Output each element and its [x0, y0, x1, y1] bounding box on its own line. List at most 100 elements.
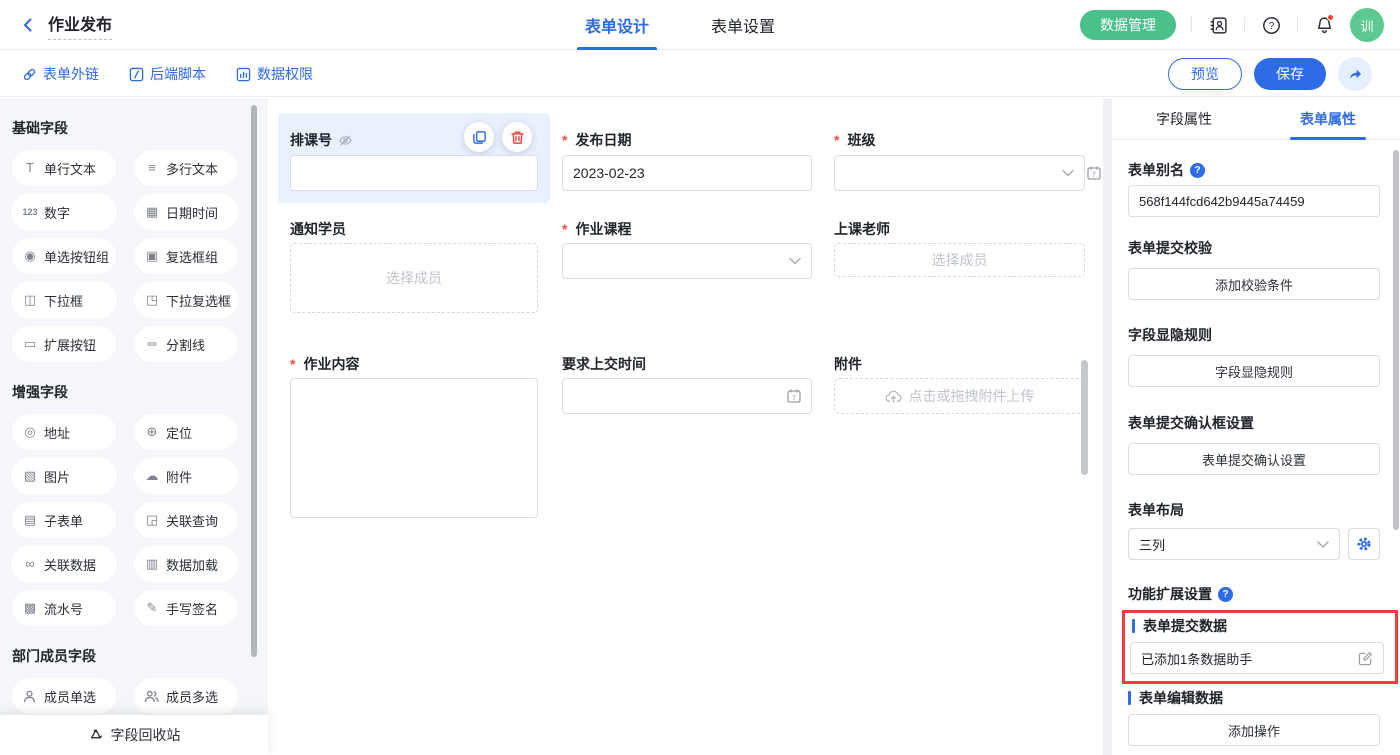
copy-field-button[interactable]	[464, 122, 494, 152]
backend-script-button[interactable]: 后端脚本	[129, 64, 206, 84]
field-chip[interactable]: ◫ 下拉框	[12, 282, 116, 318]
help-icon[interactable]: ?	[1260, 14, 1282, 36]
class-select[interactable]	[834, 155, 1085, 191]
field-recycle-bin-button[interactable]: 字段回收站	[0, 715, 268, 755]
field-visibility-button[interactable]: 字段显隐规则	[1128, 355, 1380, 387]
teacher-picker[interactable]: 选择成员	[834, 243, 1085, 277]
save-button[interactable]: 保存	[1254, 58, 1326, 90]
field-label-class: 班级	[834, 130, 875, 150]
field-chip[interactable]: T 单行文本	[12, 150, 116, 186]
tab-form-settings[interactable]: 表单设置	[711, 0, 775, 50]
panel-gap	[1103, 98, 1112, 755]
gear-icon	[1356, 536, 1372, 552]
field-chip[interactable]: ▦ 日期时间	[134, 194, 238, 230]
form-design-canvas: 排课号 发布日期 班级 通知学员 选择成员	[268, 98, 1103, 755]
data-permission-label: 数据权限	[257, 64, 313, 84]
field-chip[interactable]: ▧ 图片	[12, 458, 116, 494]
field-label-due-time: 要求上交时间	[562, 354, 646, 374]
field-chip[interactable]: ≡ 多行文本	[134, 150, 238, 186]
layout-select[interactable]: 三列	[1128, 528, 1340, 560]
field-chip[interactable]: ▩ 流水号	[12, 590, 116, 626]
header-tabs: 表单设计 表单设置	[585, 0, 775, 50]
divider	[1297, 17, 1298, 33]
course-select[interactable]	[562, 243, 812, 279]
recycle-bin-label: 字段回收站	[111, 725, 181, 745]
form-title[interactable]: 作业发布	[48, 11, 112, 40]
field-label-publish-date: 发布日期	[562, 130, 631, 150]
notification-badge	[1327, 14, 1334, 21]
share-button[interactable]	[1338, 57, 1372, 91]
field-chip[interactable]: 成员单选	[12, 678, 116, 714]
delete-field-button[interactable]	[502, 122, 532, 152]
annotation-highlight-box	[1122, 610, 1398, 684]
field-chip[interactable]: ▣ 复选框组	[134, 238, 238, 274]
field-chip[interactable]: ▭ 扩展按钮	[12, 326, 116, 362]
checkbox-group-icon: ▣	[144, 248, 160, 264]
notify-students-picker[interactable]: 选择成员	[290, 243, 538, 313]
calendar-icon[interactable]	[1086, 165, 1094, 181]
svg-text:?: ?	[1268, 21, 1274, 32]
data-manage-button[interactable]: 数据管理	[1080, 10, 1176, 40]
field-chip[interactable]: ═ 分割线	[134, 326, 238, 362]
form-alias-input[interactable]	[1128, 185, 1380, 217]
address-icon: ◎	[22, 424, 38, 440]
number-icon: 123	[22, 204, 38, 220]
canvas-scrollbar[interactable]	[1081, 360, 1088, 475]
user-avatar[interactable]: 训	[1350, 8, 1384, 42]
field-chip[interactable]: 成员多选	[134, 678, 238, 714]
submit-confirm-label: 表单提交确认框设置	[1128, 413, 1254, 433]
member-picker-placeholder: 选择成员	[386, 268, 442, 288]
field-chip[interactable]: 123 数字	[12, 194, 116, 230]
field-chip[interactable]: ◎ 地址	[12, 414, 116, 450]
attachment-upload-zone[interactable]: 点击或拖拽附件上传	[834, 378, 1085, 414]
submit-validation-label: 表单提交校验	[1128, 238, 1212, 258]
field-label-attachment: 附件	[834, 354, 862, 374]
extension-settings-label: 功能扩展设置 ?	[1128, 584, 1233, 604]
data-load-icon: ▥	[144, 556, 160, 572]
external-link-button[interactable]: 表单外链	[22, 64, 99, 84]
panel-scrollbar[interactable]	[1393, 150, 1399, 530]
field-visibility-label: 字段显隐规则	[1128, 325, 1212, 345]
preview-button[interactable]: 预览	[1168, 58, 1242, 90]
extension-help-icon[interactable]: ?	[1218, 587, 1233, 602]
submit-confirm-button[interactable]: 表单提交确认设置	[1128, 443, 1380, 475]
field-chip[interactable]: ⊕ 定位	[134, 414, 238, 450]
field-chip[interactable]: ◲ 关联查询	[134, 502, 238, 538]
data-permission-button[interactable]: 数据权限	[236, 64, 313, 84]
properties-panel: 字段属性 表单属性 表单别名 ? 表单提交校验 添加校验条件 字段显隐规则 字段…	[1112, 98, 1400, 755]
tab-field-properties[interactable]: 字段属性	[1112, 98, 1256, 139]
content-textarea[interactable]	[290, 378, 538, 518]
field-chip[interactable]: ✎ 手写签名	[134, 590, 238, 626]
add-validation-button[interactable]: 添加校验条件	[1128, 268, 1380, 300]
member-multi-icon	[144, 689, 160, 704]
attachment-icon: ☁	[144, 468, 160, 484]
publish-date-input[interactable]	[562, 155, 812, 191]
calendar-icon[interactable]	[786, 388, 802, 404]
alias-help-icon[interactable]: ?	[1190, 163, 1205, 178]
contact-book-icon[interactable]	[1207, 14, 1229, 36]
schedule-no-input[interactable]	[290, 155, 538, 191]
divider	[1244, 17, 1245, 33]
field-chip[interactable]: ▤ 子表单	[12, 502, 116, 538]
notification-bell-icon[interactable]	[1313, 14, 1335, 36]
field-label-schedule-no: 排课号	[290, 130, 353, 150]
field-chip[interactable]: ◳ 下拉复选框	[134, 282, 238, 318]
layout-select-value: 三列	[1139, 535, 1165, 554]
field-chip[interactable]: ▥ 数据加载	[134, 546, 238, 582]
sidebar-scrollbar[interactable]	[251, 105, 257, 657]
extend-button-icon: ▭	[22, 336, 38, 352]
field-chip[interactable]: ◉ 单选按钮组	[12, 238, 116, 274]
image-icon: ▧	[22, 468, 38, 484]
data-permission-icon	[236, 67, 251, 82]
add-operation-button[interactable]: 添加操作	[1128, 714, 1380, 746]
tab-form-properties[interactable]: 表单属性	[1256, 98, 1400, 139]
due-time-input[interactable]	[562, 378, 812, 414]
field-chip[interactable]: ∞ 关联数据	[12, 546, 116, 582]
copy-icon	[472, 130, 487, 145]
trash-icon	[510, 130, 525, 145]
field-chip[interactable]: ☁ 附件	[134, 458, 238, 494]
back-icon[interactable]	[18, 15, 38, 35]
datetime-icon: ▦	[144, 204, 160, 220]
tab-form-design[interactable]: 表单设计	[585, 0, 649, 50]
layout-settings-button[interactable]	[1348, 528, 1380, 560]
